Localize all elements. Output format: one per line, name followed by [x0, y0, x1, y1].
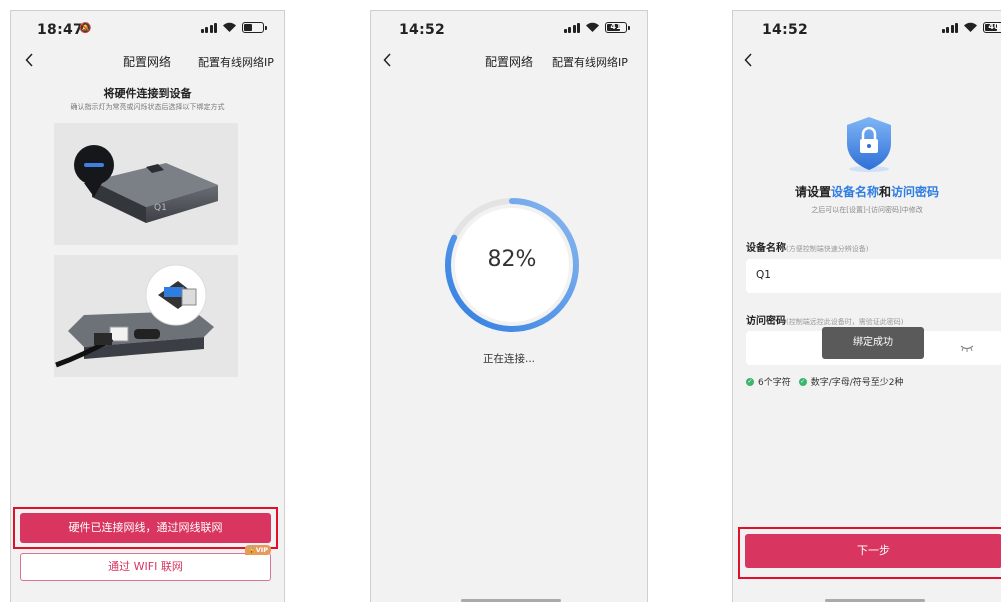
phone-screen-device-setup: 14:52 40 请设置设备名称和访问密码 之后可以在[设置]-[访问密码]中修… — [732, 10, 1001, 602]
back-button[interactable] — [377, 49, 397, 71]
password-rules: ✓ 6个字符 ✓ 数字/字母/符号至少2种 — [746, 375, 904, 388]
wifi-icon — [964, 22, 977, 32]
status-time: 14:52 — [399, 22, 446, 38]
device-name-input[interactable]: Q1 — [746, 259, 1001, 293]
connect-via-ethernet-button[interactable]: 硬件已连接网线，通过网线联网 — [20, 513, 271, 543]
mute-bell-icon: 🔕 — [79, 23, 92, 34]
setup-title-and: 和 — [879, 185, 892, 199]
nav-bar: 配置网络 配置有线网络IP — [371, 49, 647, 75]
battery-level: 40 — [988, 21, 1000, 31]
rule-charset: 数字/字母/符号至少2种 — [810, 378, 904, 388]
device-indicator-illustration: Q1 — [54, 123, 238, 245]
progress-percent: 82% — [487, 247, 537, 272]
nav-bar: 配置网络 配置有线网络IP — [11, 49, 284, 75]
status-bar: 14:52 40 — [733, 11, 1001, 49]
cellular-signal-icon — [941, 22, 958, 33]
rule-length: 6个字符 — [758, 378, 791, 388]
wired-ip-config-link[interactable]: 配置有线网络IP — [552, 54, 628, 70]
phone-screen-connecting: 14:52 41 配置网络 配置有线网络IP 82% 正在连接... — [370, 10, 648, 602]
device-name-label: 设备名称(方便控制端快速分辨设备) — [746, 239, 868, 254]
back-button[interactable] — [738, 49, 758, 71]
check-icon: ✓ — [798, 377, 807, 386]
device-name-hint: (方便控制端快速分辨设备) — [786, 245, 869, 253]
nav-title: 配置网络 — [123, 55, 172, 69]
security-shield-icon — [847, 117, 891, 172]
page-subheading: 确认指示灯为常亮或闪烁状态后选择以下绑定方式 — [70, 103, 225, 111]
next-button[interactable]: 下一步 — [745, 534, 1001, 568]
password-hint: (控制端远控此设备时，需验证此密码) — [786, 318, 904, 326]
setup-title-prefix: 请设置 — [794, 185, 831, 199]
status-bar: 18:47 🔕 — [11, 11, 284, 49]
setup-title-device-name: 设备名称 — [830, 185, 879, 199]
device-name-label-text: 设备名称 — [746, 243, 786, 254]
connect-via-wifi-label: 通过 WIFI 联网 — [108, 560, 183, 573]
connecting-status: 正在连接... — [482, 353, 535, 365]
battery-level: 41 — [610, 21, 622, 31]
nav-title: 配置网络 — [485, 55, 534, 69]
connect-via-wifi-button[interactable]: 通过 WIFI 联网 🔒VIP — [20, 545, 271, 581]
check-icon: ✓ — [746, 377, 754, 386]
device-indicator-image — [74, 145, 218, 223]
bind-success-toast: 绑定成功 — [822, 327, 924, 359]
battery-icon: 41 — [605, 21, 630, 33]
status-time: 14:52 — [762, 22, 809, 38]
status-bar: 14:52 41 — [371, 11, 647, 49]
device-model-label: Q1 — [154, 203, 167, 213]
ethernet-connection-illustration — [54, 255, 238, 377]
wifi-icon — [586, 22, 599, 32]
ethernet-plug-image — [55, 264, 214, 368]
battery-icon: 40 — [983, 21, 1001, 33]
wifi-icon — [223, 22, 236, 32]
chevron-left-icon — [743, 53, 752, 67]
status-time: 18:47 — [37, 22, 84, 38]
battery-icon — [242, 21, 267, 33]
cellular-signal-icon — [200, 22, 217, 33]
wired-ip-config-link[interactable]: 配置有线网络IP — [198, 54, 274, 70]
setup-subtitle: 之后可以在[设置]-[访问密码]中修改 — [811, 206, 923, 214]
cellular-signal-icon — [563, 22, 580, 33]
setup-title: 请设置设备名称和访问密码 — [733, 183, 1001, 200]
device-name-value: Q1 — [756, 269, 771, 281]
phone-screen-wired-setup: 18:47 🔕 配置网络 配置有线网络IP 将硬件连接到设备 确认指示灯为常亮或… — [10, 10, 285, 602]
setup-title-password: 访问密码 — [891, 185, 940, 199]
lock-icon: 🔒 — [247, 546, 256, 554]
page-heading: 将硬件连接到设备 — [103, 87, 192, 100]
vip-badge-label: VIP — [255, 546, 268, 554]
nav-bar — [733, 49, 1001, 75]
eye-closed-icon[interactable] — [960, 344, 974, 352]
vip-badge: 🔒VIP — [244, 545, 271, 555]
chevron-left-icon — [382, 53, 391, 67]
password-label-text: 访问密码 — [746, 316, 786, 327]
back-button[interactable] — [19, 49, 39, 71]
chevron-left-icon — [24, 53, 33, 67]
password-label: 访问密码(控制端远控此设备时，需验证此密码) — [746, 312, 903, 327]
